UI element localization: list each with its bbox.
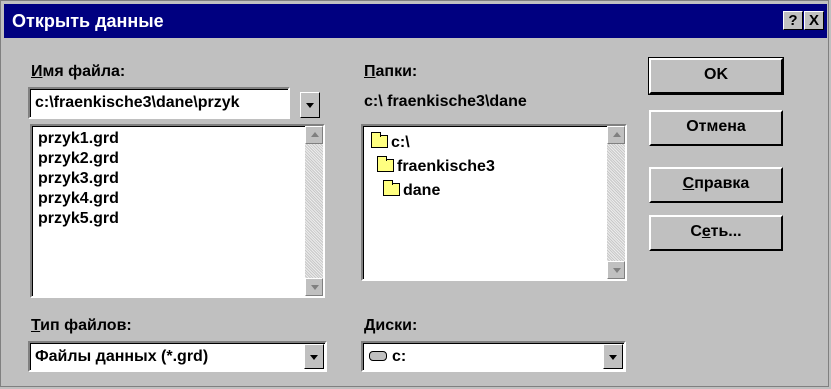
scroll-up-button[interactable] [305, 126, 323, 144]
folders-label: Папки: [364, 63, 418, 80]
drive-dropdown-button[interactable] [603, 344, 623, 369]
chevron-down-icon [306, 103, 314, 108]
close-button[interactable]: X [804, 11, 824, 30]
list-item[interactable]: przyk4.grd [38, 190, 119, 208]
file-name-dropdown-button[interactable] [300, 92, 320, 118]
list-item[interactable]: przyk1.grd [38, 130, 119, 148]
folder-tree-scrollbar[interactable] [607, 126, 625, 279]
list-item[interactable]: przyk5.grd [38, 210, 119, 228]
file-type-select[interactable]: Файлы данных (*.grd) [28, 341, 327, 372]
folder-item-fraenkische3[interactable]: fraenkische3 [377, 156, 495, 176]
drives-label: Диски: [364, 317, 418, 334]
folder-icon [371, 132, 388, 148]
chevron-down-icon [609, 354, 617, 360]
current-path: c:\ fraenkische3\dane [364, 93, 527, 110]
file-type-value: Файлы данных (*.grd) [35, 348, 209, 365]
network-button[interactable]: Сеть... [649, 215, 783, 251]
folder-tree[interactable]: c:\ fraenkische3 dane [361, 124, 627, 281]
scroll-up-arrow-icon [613, 132, 621, 137]
chevron-down-icon [310, 354, 318, 360]
title-bar: Открыть данные ? X [4, 4, 827, 38]
dialog-title: Открыть данные [12, 11, 164, 31]
drive-value: c: [392, 348, 407, 365]
scroll-down-button[interactable] [607, 261, 625, 279]
file-name-label: Имя файла: [31, 63, 126, 80]
help-title-button[interactable]: ? [783, 11, 803, 30]
folder-item-dane[interactable]: dane [383, 180, 440, 200]
file-list-scrollbar[interactable] [305, 126, 323, 296]
list-item[interactable]: przyk3.grd [38, 170, 119, 188]
scroll-down-arrow-icon [311, 285, 319, 290]
scroll-down-button[interactable] [305, 278, 323, 296]
scroll-down-arrow-icon [613, 268, 621, 273]
cancel-button[interactable]: Отмена [649, 110, 783, 146]
file-name-input[interactable]: c:\fraenkische3\dane\przyk [28, 87, 290, 119]
drive-select[interactable]: c: [361, 341, 626, 372]
open-data-dialog: Открыть данные ? X Имя файла: c:\fraenki… [0, 0, 829, 387]
hard-drive-icon [369, 351, 387, 361]
folder-item-root[interactable]: c:\ [371, 132, 410, 152]
file-type-label: Тип файлов: [31, 317, 132, 334]
scroll-up-button[interactable] [607, 126, 625, 144]
folder-icon [383, 180, 400, 196]
folder-icon [377, 156, 394, 172]
file-name-value: c:\fraenkische3\dane\przyk [35, 94, 240, 111]
ok-button[interactable]: OK [648, 57, 784, 95]
help-button[interactable]: Справка [649, 167, 783, 203]
file-list[interactable]: przyk1.grd przyk2.grd przyk3.grd przyk4.… [30, 124, 325, 298]
file-type-dropdown-button[interactable] [304, 344, 324, 369]
scroll-up-arrow-icon [311, 132, 319, 137]
list-item[interactable]: przyk2.grd [38, 150, 119, 168]
